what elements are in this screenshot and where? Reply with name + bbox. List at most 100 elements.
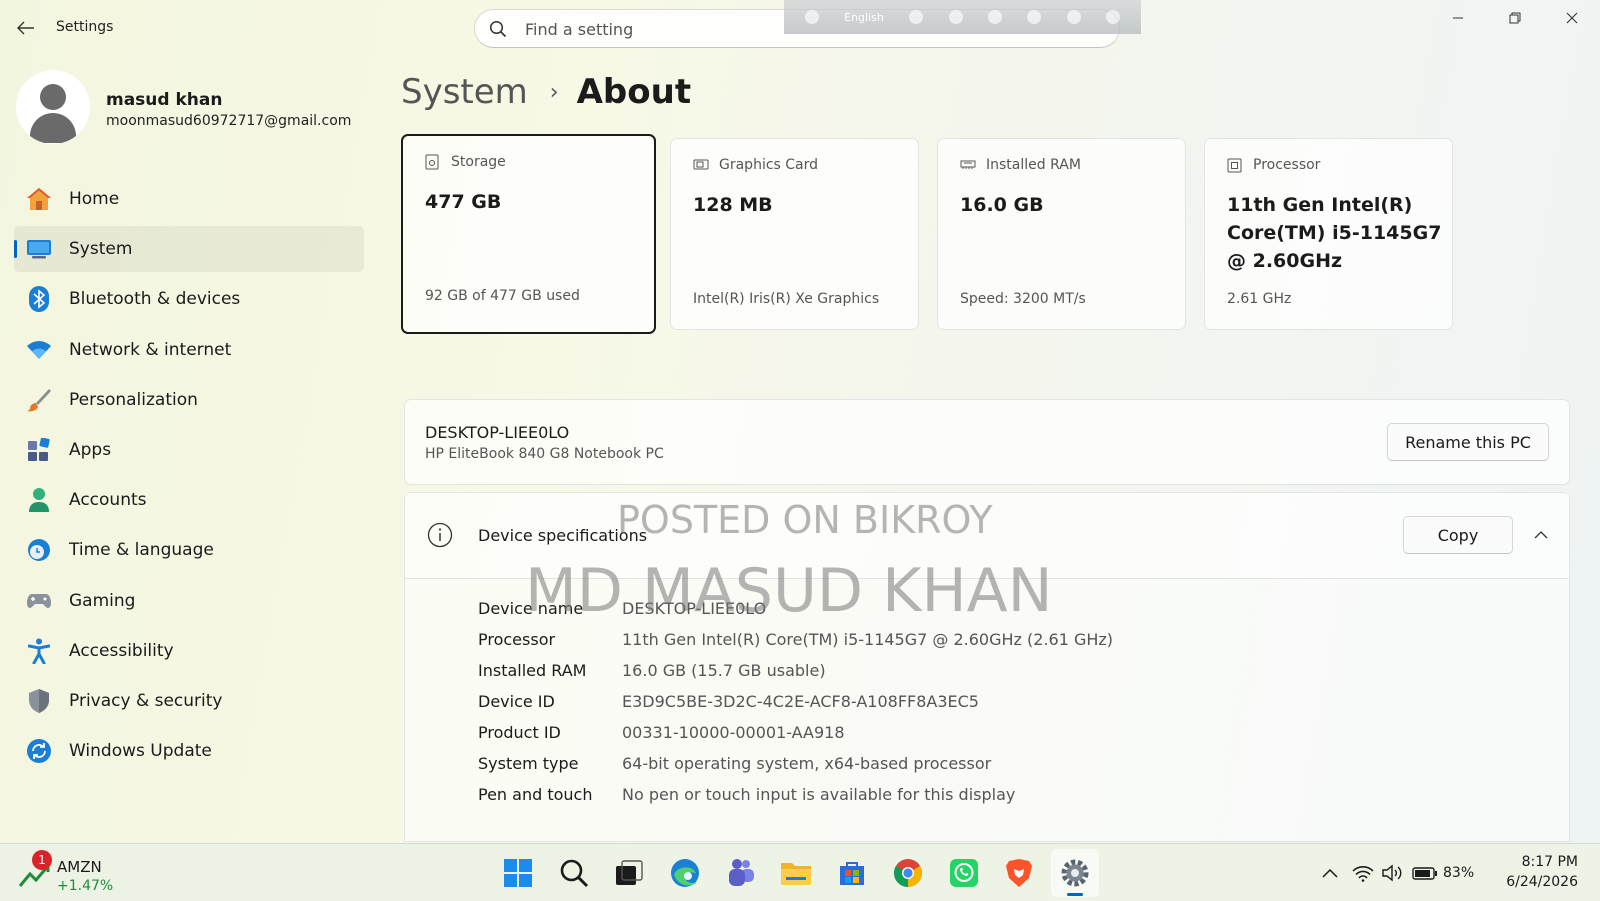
spec-value: DESKTOP-LIEE0LO [622, 599, 767, 618]
sidebar-item-privacy-security[interactable]: Privacy & security [14, 678, 364, 724]
sidebar-item-home[interactable]: Home [14, 176, 364, 222]
task-view-button[interactable] [605, 849, 653, 897]
sidebar-item-label: Accounts [69, 490, 147, 511]
search-icon [489, 20, 507, 42]
card-header: Processor [1227, 157, 1320, 173]
card-graphics[interactable]: Graphics Card 128 MB Intel(R) Iris(R) Xe… [670, 138, 919, 330]
user-profile[interactable]: masud khan moonmasud60972717@gmail.com [16, 70, 366, 144]
brave-button[interactable] [995, 849, 1043, 897]
sidebar-item-accounts[interactable]: Accounts [14, 477, 364, 523]
collapse-button[interactable] [1527, 521, 1555, 549]
wifi-button[interactable] [1352, 853, 1374, 893]
whatsapp-button[interactable] [940, 849, 988, 897]
chevron-up-icon [1534, 531, 1548, 539]
pc-name-panel: DESKTOP-LIEE0LO HP EliteBook 840 G8 Note… [404, 399, 1570, 485]
accessibility-icon [26, 638, 52, 664]
store-icon [840, 862, 865, 885]
card-value: 128 MB [693, 194, 773, 216]
spec-label: Product ID [478, 723, 561, 742]
pc-model: HP EliteBook 840 G8 Notebook PC [425, 446, 664, 462]
minimize-button[interactable] [1429, 0, 1486, 36]
pc-name: DESKTOP-LIEE0LO [425, 423, 570, 442]
time-language-icon [26, 537, 52, 563]
sidebar-item-personalization[interactable]: Personalization [14, 377, 364, 423]
taskbar-search-button[interactable] [550, 849, 598, 897]
ime-edge-icon[interactable] [1027, 10, 1042, 24]
processor-icon [1227, 157, 1243, 173]
spec-row-system-type: System type 64-bit operating system, x64… [478, 748, 1113, 779]
brush-icon [26, 387, 52, 413]
sidebar-item-windows-update[interactable]: Windows Update [14, 728, 364, 774]
avatar[interactable] [16, 70, 90, 144]
store-button[interactable] [828, 849, 876, 897]
ime-mode-icon[interactable] [804, 10, 819, 24]
back-button[interactable] [12, 14, 40, 42]
sidebar-nav: Home System Bluetooth & devices Network … [14, 176, 364, 778]
info-icon [427, 522, 453, 552]
notification-badge: 1 [32, 850, 52, 870]
card-header: Graphics Card [693, 157, 818, 173]
user-name: masud khan [106, 90, 223, 110]
breadcrumb-parent[interactable]: System [401, 72, 528, 112]
card-subtitle: 92 GB of 477 GB used [425, 288, 580, 304]
user-email: moonmasud60972717@gmail.com [106, 113, 352, 129]
card-storage[interactable]: Storage 477 GB 92 GB of 477 GB used [401, 134, 656, 334]
sidebar-item-network[interactable]: Network & internet [14, 327, 364, 373]
card-processor[interactable]: Processor 11th Gen Intel(R) Core(TM) i5-… [1204, 138, 1453, 330]
battery-percentage: 83% [1443, 865, 1475, 881]
file-explorer-button[interactable] [772, 849, 820, 897]
chrome-button[interactable] [884, 849, 932, 897]
ime-cloud-icon[interactable] [909, 10, 924, 24]
storage-icon [425, 154, 441, 170]
sidebar-item-label: Time & language [69, 540, 214, 561]
ime-language[interactable]: English [844, 11, 884, 24]
sidebar-item-gaming[interactable]: Gaming [14, 578, 364, 624]
spec-row-product-id: Product ID 00331-10000-00001-AA918 [478, 717, 1113, 748]
settings-icon [1061, 859, 1089, 887]
spec-value: No pen or touch input is available for t… [622, 785, 1016, 804]
device-specifications-header[interactable]: Device specifications Copy [405, 493, 1569, 579]
sidebar-item-system[interactable]: System [14, 226, 364, 273]
ime-toolbar[interactable]: English [784, 0, 1141, 34]
clock[interactable]: 8:17 PM 6/24/2026 [1506, 854, 1578, 890]
card-header: Installed RAM [960, 157, 1081, 173]
sidebar-item-time-language[interactable]: Time & language [14, 527, 364, 573]
close-button[interactable] [1543, 0, 1600, 36]
rename-pc-button[interactable]: Rename this PC [1387, 423, 1549, 461]
clock-time: 8:17 PM [1521, 854, 1578, 870]
stock-ticker: AMZN [57, 858, 102, 876]
card-value: 16.0 GB [960, 194, 1044, 216]
spec-label: Device name [478, 599, 584, 618]
teams-icon [728, 859, 754, 886]
edge-button[interactable] [661, 849, 709, 897]
sidebar-item-accessibility[interactable]: Accessibility [14, 628, 364, 674]
chevron-up-icon [1322, 868, 1338, 878]
apps-icon [26, 437, 52, 463]
copy-button[interactable]: Copy [1403, 516, 1513, 554]
settings-button[interactable] [1050, 849, 1099, 897]
spec-value: 00331-10000-00001-AA918 [622, 723, 845, 742]
sidebar-item-bluetooth[interactable]: Bluetooth & devices [14, 276, 364, 322]
spec-row-processor: Processor 11th Gen Intel(R) Core(TM) i5-… [478, 624, 1113, 655]
page-title: About [576, 72, 692, 112]
card-ram[interactable]: Installed RAM 16.0 GB Speed: 3200 MT/s [937, 138, 1186, 330]
volume-button[interactable] [1382, 853, 1404, 893]
sidebar-item-label: Accessibility [69, 640, 174, 661]
spec-row-pen-touch: Pen and touch No pen or touch input is a… [478, 779, 1113, 810]
stock-widget[interactable]: 1 AMZN +1.47% [16, 850, 126, 896]
battery-button[interactable]: 83% [1412, 853, 1474, 893]
card-subtitle: Speed: 3200 MT/s [960, 291, 1086, 307]
ime-settings-icon[interactable] [988, 10, 1003, 24]
close-icon [1566, 12, 1577, 24]
ime-help-icon[interactable] [1066, 10, 1081, 24]
show-hidden-icons-button[interactable] [1322, 853, 1338, 893]
restore-icon [1509, 12, 1520, 24]
breadcrumb: System › About [401, 70, 691, 114]
sidebar-item-apps[interactable]: Apps [14, 427, 364, 473]
ime-info-icon[interactable] [1106, 10, 1121, 24]
ime-tool-icon[interactable] [948, 10, 963, 24]
teams-button[interactable] [717, 849, 765, 897]
start-button[interactable] [494, 849, 542, 897]
restore-button[interactable] [1486, 0, 1543, 36]
spec-label: Processor [478, 630, 556, 649]
